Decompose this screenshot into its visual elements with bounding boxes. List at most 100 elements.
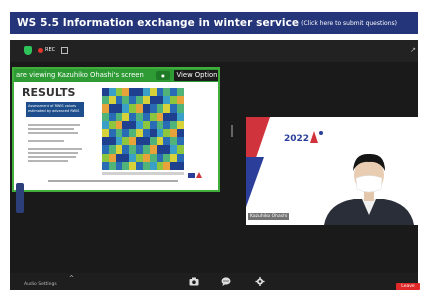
heatmap-cell <box>122 145 130 154</box>
heatmap-cell <box>102 112 109 121</box>
heatmap-cell <box>108 120 116 129</box>
heatmap-cell <box>129 137 137 146</box>
heatmap-cell <box>156 153 164 162</box>
participant-name-tag: Kazuhiko Ohashi <box>248 213 290 220</box>
record-dot-icon <box>38 47 43 53</box>
event-logo-icon <box>188 172 202 178</box>
heatmap-row <box>102 137 184 146</box>
heatmap-cell <box>156 104 164 113</box>
heatmap-row <box>102 153 184 162</box>
heatmap-cell <box>129 153 137 162</box>
heatmap-cell <box>108 153 116 162</box>
heatmap-cell <box>149 112 157 121</box>
heatmap-cell <box>142 112 150 121</box>
slide-bullet <box>28 132 78 134</box>
heatmap-row <box>102 128 184 138</box>
heatmap-cell <box>177 153 184 162</box>
heatmap-cell <box>177 104 184 113</box>
view-options-button[interactable]: View Option <box>174 70 218 81</box>
heatmap-cell <box>170 145 178 154</box>
heatmap-cell <box>115 137 123 146</box>
heatmap-cell <box>142 88 150 97</box>
slide-bullet <box>28 124 80 126</box>
heatmap-cell <box>115 104 123 113</box>
heatmap-cell <box>156 145 164 154</box>
heatmap-cell <box>122 153 130 162</box>
heatmap-cell <box>129 104 137 113</box>
heatmap-cell <box>122 96 130 105</box>
heatmap-cell <box>170 137 178 146</box>
heatmap-row <box>102 161 184 170</box>
heatmap-cell <box>163 137 171 146</box>
heatmap-cell <box>108 161 116 170</box>
heatmap-cell <box>142 120 150 129</box>
heatmap-cell <box>177 161 184 170</box>
heatmap-row <box>102 120 184 129</box>
heatmap-cell <box>136 128 143 138</box>
heatmap-cell <box>129 161 137 170</box>
heatmap-cell <box>122 128 130 138</box>
heatmap-cell <box>102 128 109 138</box>
audio-settings-label[interactable]: Audio Settings <box>24 282 57 287</box>
heatmap-cell <box>136 96 143 105</box>
heatmap-cell <box>136 137 143 146</box>
slide-bullet <box>28 152 78 154</box>
heatmap-cell <box>115 145 123 154</box>
slide-caption <box>48 180 178 182</box>
heatmap-cell <box>177 137 184 146</box>
meeting-controls: Audio Settings ^ Leave <box>10 273 420 290</box>
heatmap-cell <box>136 145 143 154</box>
heatmap-cell <box>177 96 184 105</box>
heatmap-cell <box>142 153 150 162</box>
heatmap-cell <box>142 137 150 146</box>
heatmap-cell <box>170 120 178 129</box>
heatmap-cell <box>156 161 164 170</box>
recording-indicator: REC <box>38 47 55 53</box>
heatmap-cell <box>129 88 137 97</box>
heatmap-cell <box>108 137 116 146</box>
heatmap-cell <box>102 161 109 170</box>
slide-legend <box>102 172 184 175</box>
grid-view-icon[interactable] <box>61 47 68 54</box>
session-title-bar[interactable]: WS 5.5 Information exchange in winter se… <box>10 12 418 34</box>
heatmap-cell <box>163 153 171 162</box>
heatmap-cell <box>170 112 178 121</box>
heatmap-cell <box>129 145 137 154</box>
share-banner-text: are viewing Kazuhiko Ohashi's screen <box>16 71 144 79</box>
camera-icon[interactable] <box>189 277 199 286</box>
heatmap-cell <box>163 104 171 113</box>
expand-icon[interactable]: ↗ <box>410 46 416 54</box>
share-status-button[interactable]: ● <box>156 71 170 80</box>
side-panel-tab[interactable] <box>16 183 24 213</box>
svg-text:2022: 2022 <box>284 134 309 144</box>
heatmap-cell <box>149 153 157 162</box>
heatmap-row <box>102 104 184 113</box>
heatmap-cell <box>163 145 171 154</box>
slide-heatmap <box>102 88 184 170</box>
leave-button[interactable]: Leave <box>396 283 420 290</box>
heatmap-row <box>102 96 184 105</box>
slide-title: RESULTS <box>22 86 76 99</box>
heatmap-cell <box>156 112 164 121</box>
heatmap-cell <box>163 88 171 97</box>
heatmap-cell <box>149 145 157 154</box>
heatmap-cell <box>149 88 157 97</box>
speaker-person <box>324 153 414 225</box>
heatmap-cell <box>102 120 109 129</box>
submit-questions-link[interactable]: (Click here to submit questions) <box>301 20 397 27</box>
heatmap-cell <box>149 120 157 129</box>
panel-divider[interactable] <box>231 125 233 137</box>
heatmap-cell <box>163 96 171 105</box>
heatmap-cell <box>122 88 130 97</box>
heatmap-cell <box>108 104 116 113</box>
heatmap-row <box>102 88 184 97</box>
heatmap-cell <box>129 120 137 129</box>
heatmap-cell <box>170 104 178 113</box>
heatmap-cell <box>177 88 184 97</box>
heatmap-cell <box>177 128 184 138</box>
chat-icon[interactable] <box>221 277 231 286</box>
settings-icon[interactable] <box>255 277 265 286</box>
caret-up-icon[interactable]: ^ <box>69 275 74 282</box>
slide-bullet <box>28 160 68 162</box>
shield-icon[interactable] <box>24 46 32 55</box>
